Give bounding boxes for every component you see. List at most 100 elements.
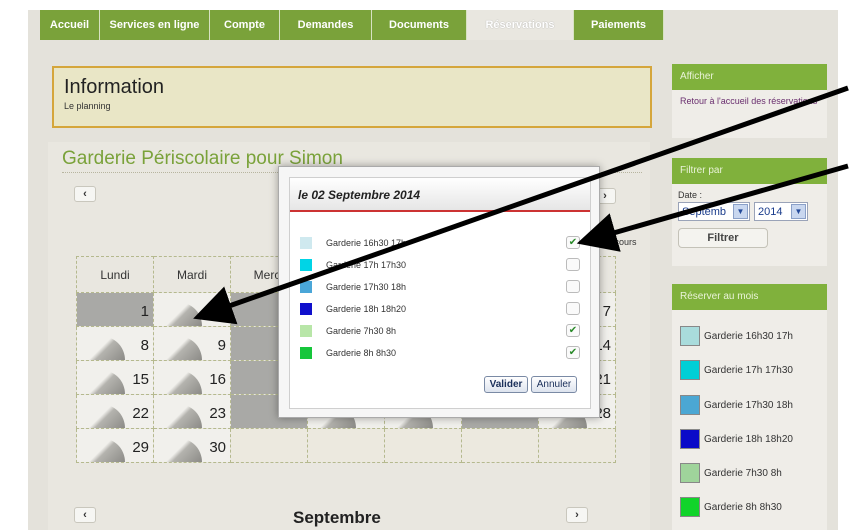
color-swatch: [680, 497, 700, 517]
page-curl-icon: [83, 404, 125, 428]
page-curl-icon: [160, 370, 202, 394]
day-number: 30: [209, 439, 226, 456]
tab-paiements[interactable]: Paiements: [574, 10, 664, 40]
chevron-right-icon: ›: [603, 190, 607, 202]
tab-services-en-ligne[interactable]: Services en ligne: [100, 10, 210, 40]
calendar-empty-cell: [384, 428, 462, 463]
option-label: Garderie 17h30 18h: [326, 281, 407, 292]
chevron-down-icon: ▼: [733, 204, 748, 219]
validate-button[interactable]: Valider: [484, 376, 528, 393]
reserve-month-item[interactable]: Garderie 17h30 18h: [680, 395, 793, 415]
calendar-day[interactable]: 16: [153, 360, 231, 395]
color-swatch: [300, 302, 312, 315]
cancel-button[interactable]: Annuler: [531, 376, 577, 393]
previous-month-button[interactable]: ‹: [74, 186, 96, 202]
calendar-day[interactable]: [153, 292, 231, 327]
day-number: 22: [132, 405, 149, 422]
day-number: 8: [140, 337, 149, 354]
information-title: Information: [64, 76, 165, 98]
back-to-reservations-link[interactable]: Retour à l'accueil des réservations: [672, 90, 827, 113]
calendar-day[interactable]: 8: [76, 326, 154, 361]
option-checkbox[interactable]: ✔: [566, 236, 580, 249]
tab-label: Compte: [224, 19, 265, 31]
status-en-cours: en cours: [602, 237, 637, 247]
page-curl-icon: [83, 438, 125, 462]
calendar-empty-cell: [230, 428, 308, 463]
page-curl-icon: [83, 370, 125, 394]
sidebar-afficher-body: Retour à l'accueil des réservations: [672, 90, 827, 138]
option-label: Garderie 18h 18h20: [326, 303, 407, 314]
option-label: Garderie 7h30 8h: [326, 325, 397, 336]
calendar-empty-cell: [307, 428, 385, 463]
calendar-empty-cell: [461, 428, 539, 463]
year-select[interactable]: 2014 ▼: [754, 202, 808, 221]
tab-label: Services en ligne: [109, 19, 200, 31]
calendar-day[interactable]: 1: [76, 292, 154, 327]
color-swatch: [680, 429, 700, 449]
next-month-button-bottom[interactable]: ›: [566, 507, 588, 523]
option-checkbox[interactable]: [566, 258, 580, 271]
color-swatch: [300, 324, 312, 337]
option-checkbox[interactable]: ✔: [566, 346, 580, 359]
calendar-day[interactable]: 30: [153, 428, 231, 463]
option-row[interactable]: Garderie 8h 8h30 ✔: [300, 346, 580, 359]
top-navigation: Accueil Services en ligne Compte Demande…: [40, 10, 664, 40]
option-checkbox[interactable]: [566, 302, 580, 315]
option-row[interactable]: Garderie 17h30 18h: [300, 280, 580, 293]
reserve-month-item[interactable]: Garderie 17h 17h30: [680, 360, 793, 380]
year-select-value: 2014: [758, 205, 783, 218]
tab-reservations[interactable]: Réservations: [467, 10, 574, 40]
color-swatch: [300, 236, 312, 249]
month-label: Septembre: [293, 508, 381, 527]
color-swatch: [300, 258, 312, 271]
reserve-month-item[interactable]: Garderie 7h30 8h: [680, 463, 782, 483]
calendar-day[interactable]: 22: [76, 394, 154, 429]
weekday-header: Mardi: [153, 256, 231, 293]
option-checkbox[interactable]: [566, 280, 580, 293]
reserve-month-item[interactable]: Garderie 18h 18h20: [680, 429, 793, 449]
calendar-day[interactable]: 15: [76, 360, 154, 395]
tab-label: Demandes: [297, 19, 354, 31]
chevron-down-icon: ▼: [791, 204, 806, 219]
option-row[interactable]: Garderie 16h30 17h ✔: [300, 236, 580, 249]
chevron-left-icon: ‹: [83, 509, 87, 521]
sidebar-afficher-heading: Afficher: [672, 64, 827, 90]
information-subtitle: Le planning: [64, 101, 111, 111]
calendar-day[interactable]: 9: [153, 326, 231, 361]
tab-documents[interactable]: Documents: [372, 10, 467, 40]
date-label: Date :: [678, 190, 703, 200]
filter-button[interactable]: Filtrer: [678, 228, 768, 248]
option-checkbox[interactable]: ✔: [566, 324, 580, 337]
month-select[interactable]: Septemb ▼: [678, 202, 750, 221]
option-row[interactable]: Garderie 7h30 8h ✔: [300, 324, 580, 337]
sidebar-filtrer-heading: Filtrer par: [672, 158, 827, 184]
dialog-title: le 02 Septembre 2014: [290, 178, 590, 212]
reserve-item-label: Garderie 18h 18h20: [704, 433, 793, 445]
option-label: Garderie 16h30 17h: [326, 237, 407, 248]
tab-accueil[interactable]: Accueil: [40, 10, 100, 40]
tab-compte[interactable]: Compte: [210, 10, 280, 40]
day-number: 23: [209, 405, 226, 422]
sidebar-reserver-heading: Réserver au mois: [672, 284, 827, 310]
reserve-item-label: Garderie 16h30 17h: [704, 330, 793, 342]
calendar-day[interactable]: 23: [153, 394, 231, 429]
dialog-content: le 02 Septembre 2014 Garderie 16h30 17h …: [289, 177, 591, 409]
color-swatch: [680, 326, 700, 346]
calendar-day[interactable]: 29: [76, 428, 154, 463]
chevron-left-icon: ‹: [83, 188, 87, 200]
color-swatch: [300, 280, 312, 293]
reserve-month-item[interactable]: Garderie 16h30 17h: [680, 326, 793, 346]
tab-label: Accueil: [49, 19, 90, 31]
page-curl-icon: [160, 302, 202, 326]
weekday-header: Lundi: [76, 256, 154, 293]
previous-month-button-bottom[interactable]: ‹: [74, 507, 96, 523]
reserve-month-item[interactable]: Garderie 8h 8h30: [680, 497, 782, 517]
option-row[interactable]: Garderie 17h 17h30: [300, 258, 580, 271]
option-row[interactable]: Garderie 18h 18h20: [300, 302, 580, 315]
calendar-week-row: 29 30: [76, 428, 616, 463]
day-number: 1: [140, 303, 149, 320]
information-box: Information Le planning: [52, 66, 652, 128]
color-swatch: [680, 395, 700, 415]
tab-demandes[interactable]: Demandes: [280, 10, 372, 40]
tab-label: Documents: [389, 19, 449, 31]
